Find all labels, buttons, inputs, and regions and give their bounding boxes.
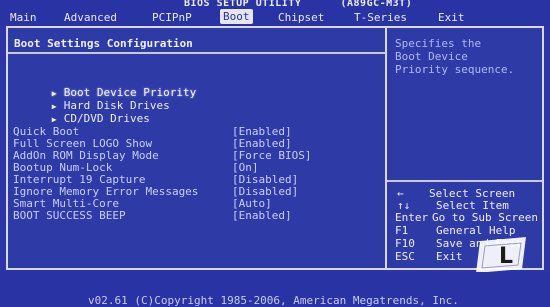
key-f1: F1 [395,224,409,237]
menu-exit[interactable]: Exit [438,11,465,24]
help-pane: Specifies the Boot Device Priority seque… [387,28,542,268]
option-boot-success-beep-label: BOOT SUCCESS BEEP [13,209,126,222]
help-divider [387,180,542,182]
help-line: Priority sequence. [395,63,515,76]
menu-advanced[interactable]: Advanced [64,11,117,24]
help-line: Specifies the [395,37,482,50]
option-boot-success-beep-value[interactable]: [Enabled] [232,209,292,222]
bios-panel: Boot Settings Configuration ▶ Boot Device… [6,26,544,270]
section-title: Boot Settings Configuration [14,37,193,50]
copyright-text: v02.61 (C)Copyright 1985-2006, American … [88,294,459,307]
watermark-letter: L [499,244,513,269]
key-desc-general-help: General Help [436,224,516,237]
key-enter: Enter [395,211,429,224]
menu-boot[interactable]: Boot [220,9,253,24]
watermark-logo: L [476,237,526,273]
section-divider [8,52,385,54]
submenu-arrow-icon: ▶ [51,115,57,124]
title-bar: BIOS SETUP UTILITY (A89GC-M3T) [0,0,550,9]
footer: v02.61 (C)Copyright 1985-2006, American … [0,272,550,307]
key-desc-exit: Exit [436,250,463,263]
menu-bar: Main Advanced PCIPnP Boot Chipset T-Seri… [0,8,550,26]
menu-chipset[interactable]: Chipset [278,11,324,24]
menu-pcipnp[interactable]: PCIPnP [152,11,192,24]
settings-pane: Boot Settings Configuration ▶ Boot Device… [8,28,385,268]
key-esc: ESC [395,250,415,263]
key-desc-sub-screen: Go to Sub Screen [432,211,538,224]
menu-t-series[interactable]: T-Series [354,11,407,24]
key-f10: F10 [395,237,415,250]
menu-main[interactable]: Main [10,11,37,24]
help-line: Boot Device [395,50,468,63]
